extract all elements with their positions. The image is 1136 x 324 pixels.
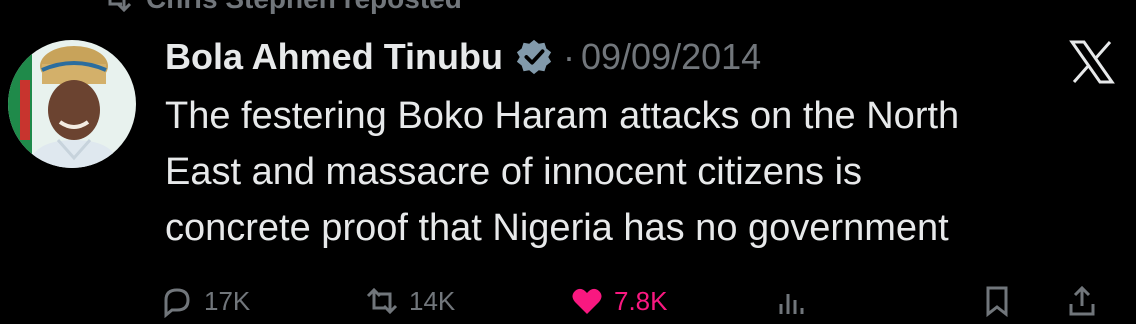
repost-label: Chris Stephen reposted bbox=[146, 0, 462, 15]
tweet-header: Bola Ahmed Tinubu · 09/09/2014 bbox=[165, 32, 761, 82]
share-button[interactable] bbox=[1065, 284, 1099, 318]
bookmark-icon bbox=[986, 286, 1008, 318]
tweet-date[interactable]: 09/09/2014 bbox=[581, 36, 761, 78]
avatar-image bbox=[8, 40, 136, 168]
action-bar: 17K 14K 7.8K bbox=[160, 284, 1120, 324]
retweet-button[interactable]: 14K bbox=[365, 284, 455, 318]
reply-icon bbox=[164, 288, 190, 318]
reply-button[interactable]: 17K bbox=[160, 284, 250, 318]
tweet-text-line: East and massacre of innocent citizens i… bbox=[165, 151, 863, 193]
tweet-text: The festering Boko Haram attacks on the … bbox=[165, 88, 1125, 256]
like-count: 7.8K bbox=[614, 285, 668, 316]
retweet-icon bbox=[366, 287, 398, 315]
like-button[interactable]: 7.8K bbox=[570, 284, 668, 318]
verified-badge-icon[interactable] bbox=[515, 38, 553, 76]
repost-icon bbox=[108, 0, 132, 13]
tweet-text-line: The festering Boko Haram attacks on the … bbox=[165, 95, 960, 137]
bookmark-button[interactable] bbox=[980, 284, 1014, 318]
views-button[interactable] bbox=[775, 284, 809, 318]
share-icon bbox=[1069, 285, 1095, 316]
separator-dot: · bbox=[563, 36, 575, 77]
heart-icon bbox=[572, 288, 602, 314]
avatar[interactable] bbox=[8, 40, 136, 168]
x-logo-icon[interactable] bbox=[1068, 40, 1116, 84]
reply-count: 17K bbox=[204, 285, 251, 316]
repost-indicator[interactable]: Chris Stephen reposted bbox=[100, 0, 462, 14]
views-icon bbox=[779, 294, 804, 314]
retweet-count: 14K bbox=[409, 285, 456, 316]
author-name[interactable]: Bola Ahmed Tinubu bbox=[165, 36, 503, 78]
tweet-text-line: concrete proof that Nigeria has no gover… bbox=[165, 207, 949, 249]
